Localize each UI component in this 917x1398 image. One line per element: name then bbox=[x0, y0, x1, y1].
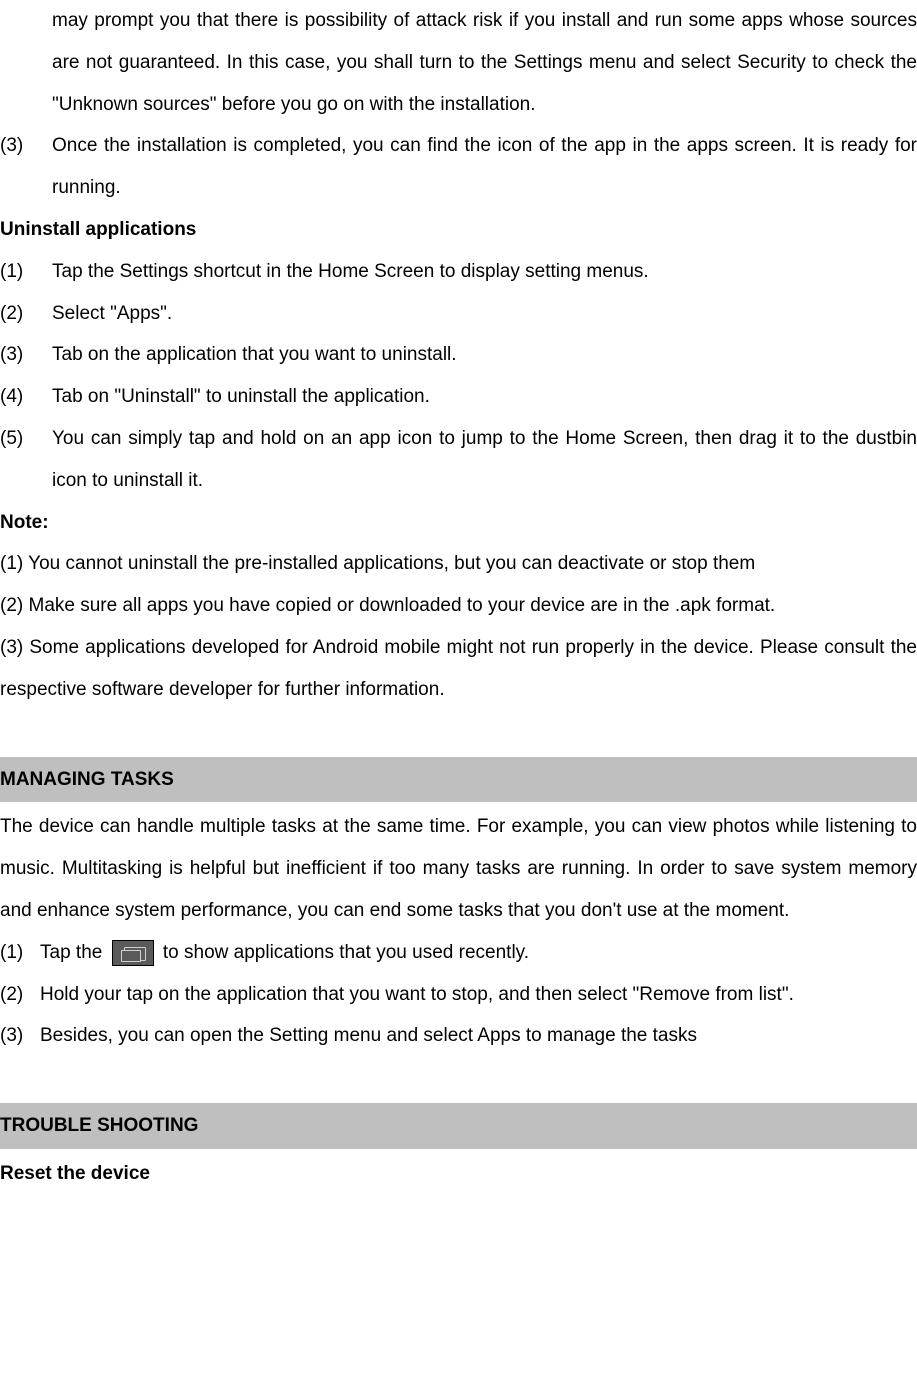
list-number: (1) bbox=[0, 251, 52, 293]
spacer bbox=[0, 711, 917, 733]
list-number: (2) bbox=[0, 974, 40, 1016]
list-number: (5) bbox=[0, 418, 52, 502]
list-text: Tap the Settings shortcut in the Home Sc… bbox=[52, 251, 917, 293]
managing-tasks-heading: MANAGING TASKS bbox=[0, 757, 917, 803]
uninstall-item-4: (4) Tab on "Uninstall" to uninstall the … bbox=[0, 376, 917, 418]
list-number: (2) bbox=[0, 293, 52, 335]
list-number: (3) bbox=[0, 125, 52, 209]
note-item-2: (2) Make sure all apps you have copied o… bbox=[0, 585, 917, 627]
managing-intro: The device can handle multiple tasks at … bbox=[0, 806, 917, 931]
list-text: Besides, you can open the Setting menu a… bbox=[40, 1015, 917, 1057]
managing-item-1: (1) Tap the to show applications that yo… bbox=[0, 932, 917, 974]
managing-item-2: (2) Hold your tap on the application tha… bbox=[0, 974, 917, 1016]
note-item-3: (3) Some applications developed for Andr… bbox=[0, 627, 917, 711]
list-text: Tap the to show applications that you us… bbox=[40, 932, 529, 974]
note-heading: Note: bbox=[0, 502, 917, 544]
managing-item-3: (3) Besides, you can open the Setting me… bbox=[0, 1015, 917, 1057]
uninstall-item-2: (2) Select "Apps". bbox=[0, 293, 917, 335]
continuation-paragraph: may prompt you that there is possibility… bbox=[0, 0, 917, 125]
list-text: Tab on the application that you want to … bbox=[52, 334, 917, 376]
list-number: (3) bbox=[0, 334, 52, 376]
uninstall-item-1: (1) Tap the Settings shortcut in the Hom… bbox=[0, 251, 917, 293]
document-page: may prompt you that there is possibility… bbox=[0, 0, 917, 1195]
install-item-3: (3) Once the installation is completed, … bbox=[0, 125, 917, 209]
list-text: Once the installation is completed, you … bbox=[52, 125, 917, 209]
list-number: (3) bbox=[0, 1015, 40, 1057]
uninstall-heading: Uninstall applications bbox=[0, 209, 917, 251]
list-text: You can simply tap and hold on an app ic… bbox=[52, 418, 917, 502]
troubleshooting-heading: TROUBLE SHOOTING bbox=[0, 1103, 917, 1149]
list-number: (1) bbox=[0, 932, 40, 974]
list-text: Select "Apps". bbox=[52, 293, 917, 335]
spacer bbox=[0, 1057, 917, 1079]
list-text: Tab on "Uninstall" to uninstall the appl… bbox=[52, 376, 917, 418]
uninstall-item-5: (5) You can simply tap and hold on an ap… bbox=[0, 418, 917, 502]
recent-apps-icon bbox=[112, 940, 154, 966]
reset-device-heading: Reset the device bbox=[0, 1153, 917, 1195]
uninstall-item-3: (3) Tab on the application that you want… bbox=[0, 334, 917, 376]
note-item-1: (1) You cannot uninstall the pre-install… bbox=[0, 543, 917, 585]
list-text: Hold your tap on the application that yo… bbox=[40, 974, 917, 1016]
list-number: (4) bbox=[0, 376, 52, 418]
